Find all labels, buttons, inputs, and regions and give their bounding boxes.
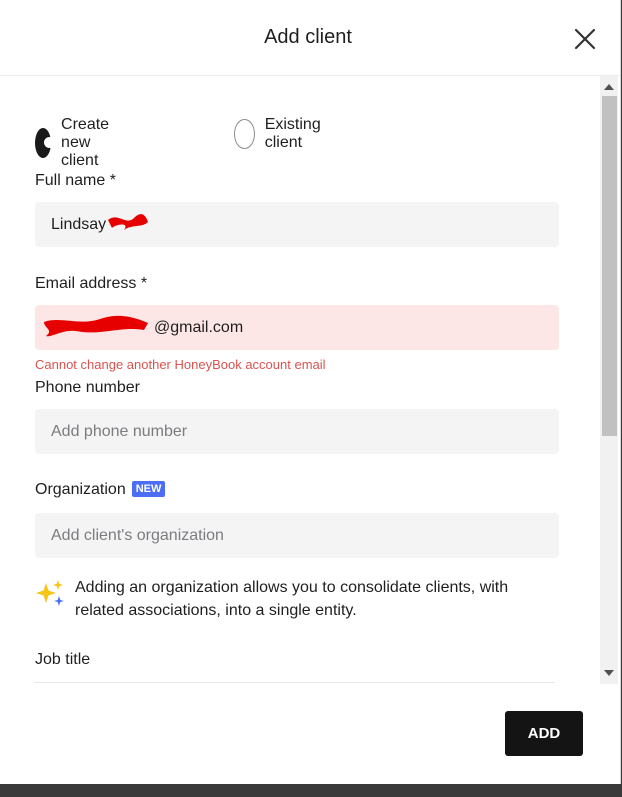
redaction-scribble <box>108 214 148 230</box>
radio-unchecked-icon[interactable] <box>234 119 255 149</box>
organization-label-row: Organization NEW <box>35 481 166 499</box>
email-label: Email address * <box>35 275 148 292</box>
radio-label: Create new client <box>61 116 110 169</box>
phone-placeholder: Add phone number <box>51 423 188 440</box>
job-title-label: Job title <box>35 651 91 668</box>
dialog-header: Add client <box>0 0 620 76</box>
scroll-down-arrow-icon[interactable] <box>604 670 614 676</box>
add-button[interactable]: ADD <box>505 711 583 756</box>
radio-existing-client[interactable]: Existing client <box>234 116 330 152</box>
scrollbar-thumb[interactable] <box>602 96 617 436</box>
full-name-label: Full name * <box>35 172 116 189</box>
dialog-footer: ADD <box>0 684 620 784</box>
organization-placeholder: Add client's organization <box>51 527 224 544</box>
email-error-message: Cannot change another HoneyBook account … <box>35 357 326 372</box>
phone-number-field[interactable]: Add phone number <box>35 409 559 454</box>
form-scroll-area[interactable]: Create new client Existing client Full n… <box>0 76 600 684</box>
phone-label: Phone number <box>35 379 140 396</box>
organization-field[interactable]: Add client's organization <box>35 513 559 558</box>
email-value: @gmail.com <box>154 319 244 336</box>
new-badge: NEW <box>131 481 166 497</box>
radio-checked-icon[interactable] <box>35 128 56 158</box>
add-client-dialog: Add client Create new client Existing cl… <box>0 0 621 784</box>
scrollbar[interactable] <box>600 76 618 684</box>
sparkles-icon <box>35 579 65 622</box>
radio-create-new-client[interactable]: Create new client <box>35 116 123 170</box>
organization-label: Organization <box>35 481 126 498</box>
full-name-value: Lindsay <box>51 216 107 233</box>
dialog-title: Add client <box>264 26 352 48</box>
job-title-field-edge <box>35 682 555 683</box>
scroll-up-arrow-icon[interactable] <box>604 84 614 90</box>
organization-info: Adding an organization allows you to con… <box>35 576 555 622</box>
redaction-scribble <box>44 315 148 337</box>
radio-label: Existing client <box>264 116 321 151</box>
close-icon[interactable] <box>572 26 598 52</box>
organization-info-text: Adding an organization allows you to con… <box>75 579 509 619</box>
